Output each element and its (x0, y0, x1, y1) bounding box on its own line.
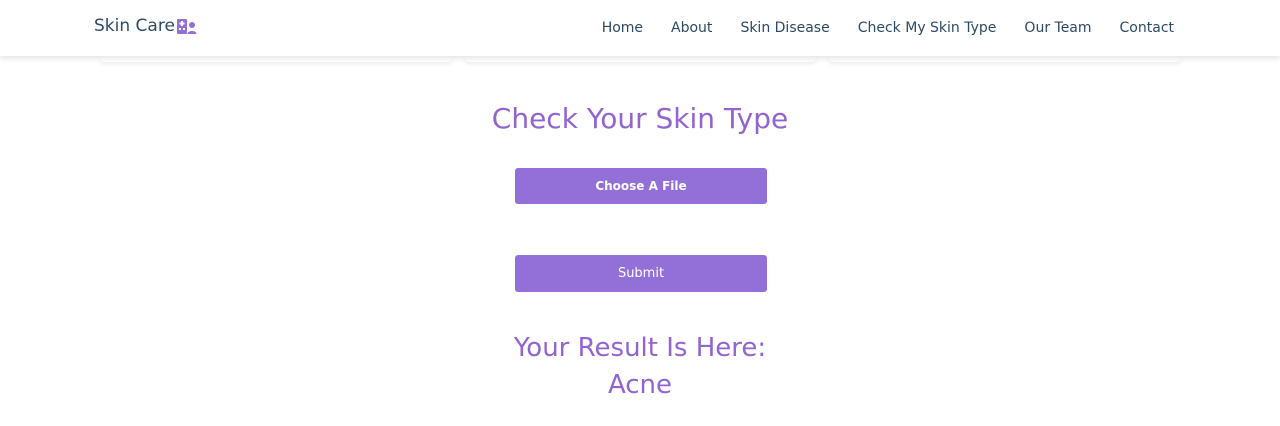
page-title: Check Your Skin Type (491, 102, 789, 135)
cards-strip (0, 56, 1280, 64)
nav-link-home[interactable]: Home (602, 20, 643, 36)
card-edge (465, 56, 816, 62)
nav-link-about[interactable]: About (671, 20, 712, 36)
brand-name: Skin Care (94, 16, 175, 36)
nav-menu: Home About Skin Disease Check My Skin Ty… (574, 0, 1174, 56)
card-edge (100, 56, 452, 62)
brand-logo[interactable]: Skin Care (94, 16, 198, 36)
submit-button[interactable]: Submit (515, 255, 767, 292)
nav-link-contact[interactable]: Contact (1120, 20, 1174, 36)
card-edge (829, 56, 1181, 62)
result-value: Acne (607, 370, 673, 400)
nav-link-check-skin-type[interactable]: Check My Skin Type (858, 20, 997, 36)
nav-link-skin-disease[interactable]: Skin Disease (740, 20, 829, 36)
navbar: Skin Care Home About Skin Disease Check … (0, 0, 1280, 56)
choose-file-button[interactable]: Choose A File (515, 168, 767, 204)
hospital-user-icon (176, 17, 198, 35)
nav-link-our-team[interactable]: Our Team (1024, 20, 1091, 36)
result-heading: Your Result Is Here: (513, 333, 767, 363)
